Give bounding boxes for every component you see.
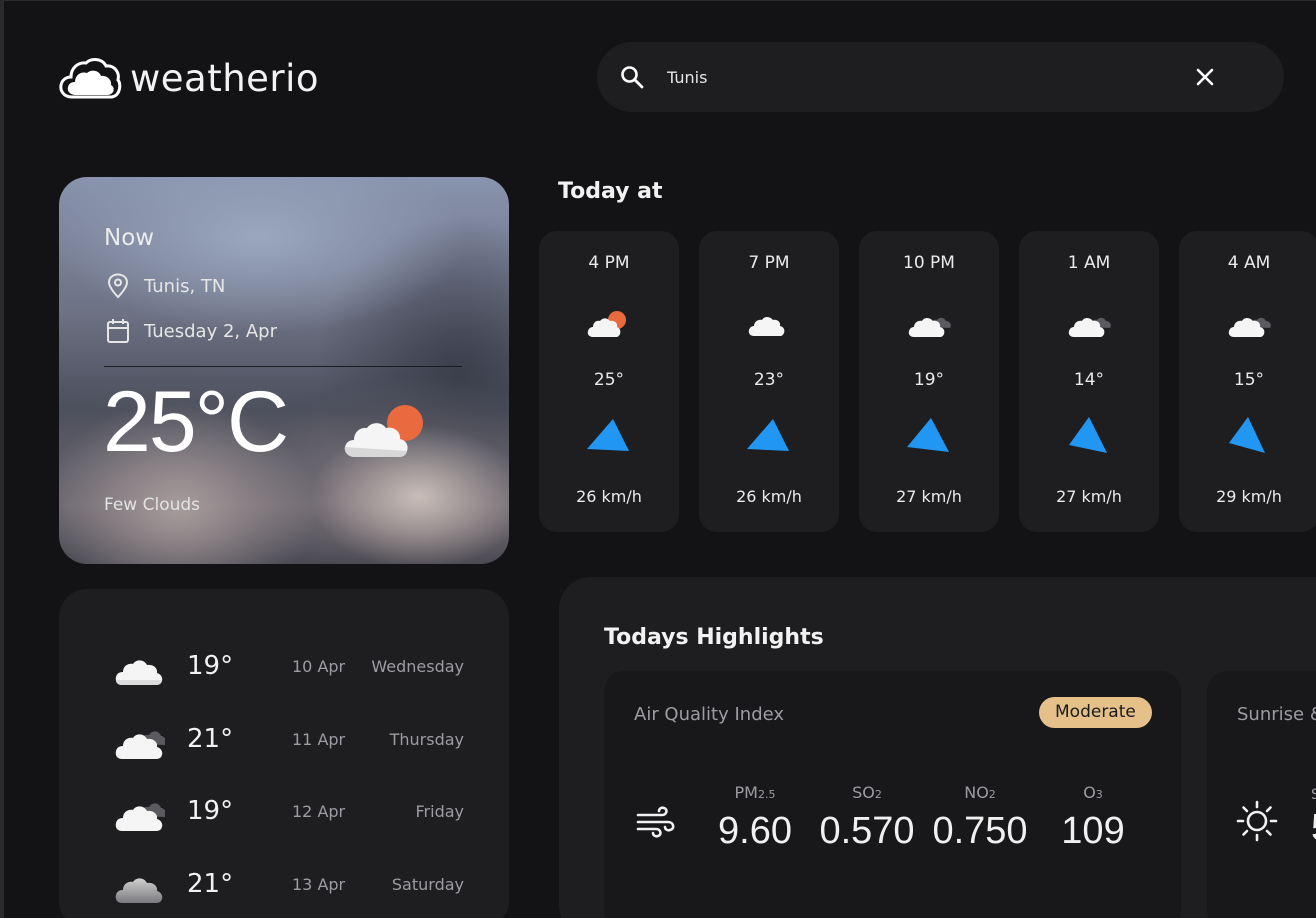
forecast-day: Saturday xyxy=(391,875,464,894)
app-logo[interactable]: weatherio xyxy=(58,55,319,101)
current-weather-card: Now Tunis, TN Tuesday 2, Apr 25°C Few Cl… xyxy=(59,177,509,564)
wind-direction-icon xyxy=(747,419,789,451)
hour-temperature: 23° xyxy=(753,370,785,390)
hour-wind-speed: 27 km/h xyxy=(1056,487,1122,506)
now-label: Now xyxy=(104,225,155,251)
forecast-date: 13 Apr xyxy=(292,875,346,894)
broken-clouds-icon xyxy=(1068,317,1111,337)
location-row: Tunis, TN xyxy=(106,273,225,299)
hour-time: 7 PM xyxy=(748,253,790,273)
few-clouds-day-icon xyxy=(344,405,423,457)
date-row: Tuesday 2, Apr xyxy=(106,318,277,344)
wind-direction-icon xyxy=(907,418,949,452)
hour-time: 4 PM xyxy=(588,253,630,273)
current-temperature: 25°C xyxy=(103,374,289,470)
sunrise-sunset-card: Sunrise & S 5 xyxy=(1207,671,1316,918)
aqi-o3: O3 109 xyxy=(1038,783,1148,853)
forecast-row: 21° 11 Apr Thursday xyxy=(59,718,509,768)
broken-clouds-icon xyxy=(115,803,165,831)
hour-time: 4 AM xyxy=(1227,253,1271,273)
aqi-status-badge: Moderate xyxy=(1039,697,1152,728)
forecast-temperature: 19° xyxy=(187,651,234,681)
wind-direction-icon xyxy=(1069,417,1107,453)
hour-wind-speed: 27 km/h xyxy=(896,487,962,506)
hour-time: 10 PM xyxy=(903,253,955,273)
broken-clouds-icon xyxy=(115,731,165,759)
hour-wind-speed: 26 km/h xyxy=(576,487,642,506)
clouds-icon xyxy=(748,317,785,336)
forecast-date: 10 Apr xyxy=(292,657,346,676)
aqi-label: O3 xyxy=(1083,783,1103,802)
hourly-forecast-list: 4 PM 25° 26 km/h 7 PM 23° 26 km/h 10 PM xyxy=(539,231,1316,532)
app-name: weatherio xyxy=(130,56,320,100)
sunrise-label: S xyxy=(1311,787,1316,803)
aqi-no2: NO2 0.750 xyxy=(925,783,1035,853)
forecast-row: 21° 13 Apr Saturday xyxy=(59,863,509,913)
search-icon xyxy=(621,66,644,89)
search-input[interactable] xyxy=(667,60,1187,94)
broken-clouds-icon xyxy=(1228,317,1271,337)
aqi-label: NO2 xyxy=(964,783,996,802)
hour-time: 1 AM xyxy=(1067,253,1111,273)
air-quality-card: Air Quality Index Moderate PM2.5 9.60 SO… xyxy=(604,671,1181,918)
aqi-pm25: PM2.5 9.60 xyxy=(700,783,810,853)
broken-clouds-icon xyxy=(908,317,951,337)
hour-temperature: 15° xyxy=(1233,370,1265,390)
wind-direction-icon xyxy=(587,419,629,451)
forecast-temperature: 19° xyxy=(187,796,234,826)
hour-temperature: 19° xyxy=(913,370,945,390)
hour-card: 4 AM 15° 29 km/h xyxy=(1179,231,1316,532)
location-text: Tunis, TN xyxy=(144,275,226,297)
today-title: Today at xyxy=(558,179,663,204)
sunrise-time: 5 xyxy=(1311,807,1316,850)
highlights-title: Todays Highlights xyxy=(604,625,824,650)
hour-wind-speed: 29 km/h xyxy=(1216,487,1282,506)
clouds-icon xyxy=(115,660,163,685)
aqi-label: PM2.5 xyxy=(734,783,776,802)
aqi-value: 9.60 xyxy=(718,810,792,852)
aqi-value: 0.750 xyxy=(932,810,1028,852)
sun-title: Sunrise & xyxy=(1237,704,1316,725)
highlights-card: Todays Highlights Air Quality Index Mode… xyxy=(559,577,1316,918)
weather-description: Few Clouds xyxy=(104,495,201,515)
hour-card: 1 AM 14° 27 km/h xyxy=(1019,231,1159,532)
hour-temperature: 25° xyxy=(593,370,625,390)
air-icon xyxy=(636,806,675,838)
close-icon[interactable] xyxy=(1192,64,1218,90)
forecast-row: 19° 12 Apr Friday xyxy=(59,790,509,840)
forecast-date: 11 Apr xyxy=(292,730,346,749)
forecast-day: Wednesday xyxy=(371,657,464,676)
aqi-value: 109 xyxy=(1061,810,1125,852)
aqi-title: Air Quality Index xyxy=(634,704,785,725)
wind-direction-icon xyxy=(1229,417,1265,453)
aqi-value: 0.570 xyxy=(819,810,915,852)
app-window: weatherio Now Tunis, TN xyxy=(0,0,1316,918)
hour-wind-speed: 26 km/h xyxy=(736,487,802,506)
aqi-label: SO2 xyxy=(852,783,882,802)
hour-card: 4 PM 25° 26 km/h xyxy=(539,231,679,532)
forecast-temperature: 21° xyxy=(187,869,234,899)
location-pin-icon xyxy=(107,273,129,299)
hour-temperature: 14° xyxy=(1073,370,1105,390)
forecast-day: Friday xyxy=(415,802,465,821)
sun-icon xyxy=(1236,800,1278,842)
forecast-row: 19° 10 Apr Wednesday xyxy=(59,645,509,695)
aqi-so2: SO2 0.570 xyxy=(812,783,922,853)
forecast-card: 19° 10 Apr Wednesday 21° 11 Apr Thursday… xyxy=(59,589,509,918)
cloud-logo-icon xyxy=(59,58,122,99)
forecast-day: Thursday xyxy=(389,730,464,749)
hour-card: 10 PM 19° 27 km/h xyxy=(859,231,999,532)
overcast-clouds-icon xyxy=(115,878,163,903)
date-text: Tuesday 2, Apr xyxy=(144,320,277,342)
divider xyxy=(104,366,462,367)
forecast-date: 12 Apr xyxy=(292,802,346,821)
few-clouds-day-icon xyxy=(587,311,626,337)
calendar-icon xyxy=(107,319,129,343)
forecast-temperature: 21° xyxy=(187,724,234,754)
search-bar[interactable] xyxy=(597,42,1284,112)
hour-card: 7 PM 23° 26 km/h xyxy=(699,231,839,532)
